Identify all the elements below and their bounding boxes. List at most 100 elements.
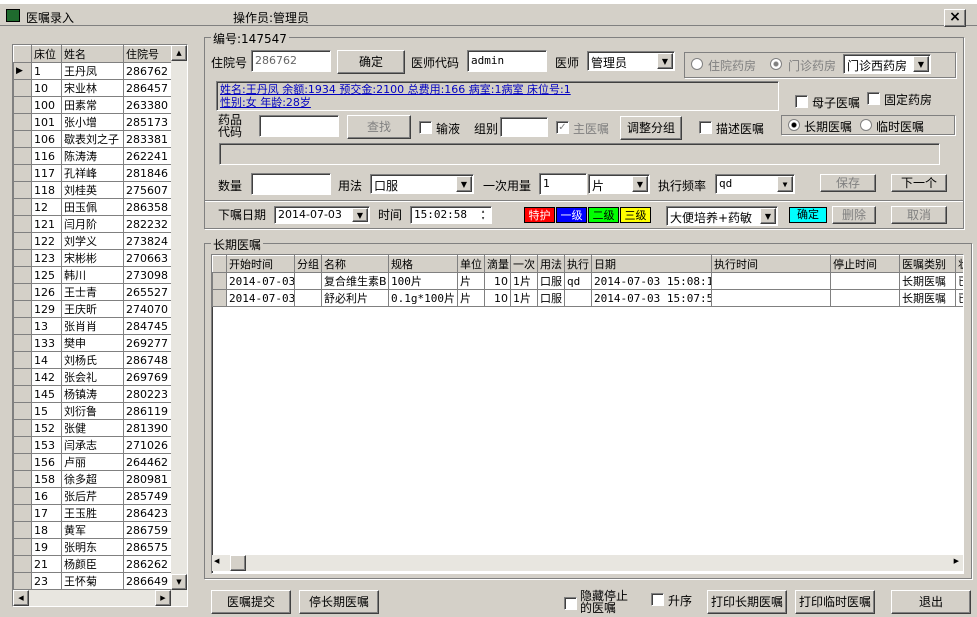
tag-level2[interactable]: 二级 xyxy=(588,207,619,223)
order-cell[interactable]: 片 xyxy=(457,289,485,307)
bed-cell[interactable]: 16 xyxy=(31,487,62,505)
order-cell[interactable]: 2014-07-03 15:08:11 xyxy=(591,272,712,290)
order-cell[interactable]: 0.1g*100片 xyxy=(388,289,458,307)
bed-cell[interactable]: 12 xyxy=(31,198,62,216)
save-button[interactable]: 保存 xyxy=(820,174,876,192)
name-cell[interactable]: 田玉佩 xyxy=(61,198,124,216)
admission-cell[interactable]: 269769 xyxy=(123,368,174,386)
order-cell[interactable]: 100片 xyxy=(388,272,458,290)
name-cell[interactable]: 闫月阶 xyxy=(61,215,124,233)
admission-cell[interactable]: 286262 xyxy=(123,555,174,573)
name-cell[interactable]: 宋彬彬 xyxy=(61,249,124,267)
name-cell[interactable]: 刘衍鲁 xyxy=(61,402,124,420)
order-cell[interactable] xyxy=(711,272,831,290)
bed-cell[interactable]: 122 xyxy=(31,232,62,250)
patient-row[interactable]: 158 徐多超 280981 xyxy=(13,470,174,488)
delete-button[interactable]: 删除 xyxy=(832,206,876,224)
confirm-order-button[interactable]: 确定 xyxy=(789,207,827,223)
tag-special[interactable]: 特护 xyxy=(524,207,555,223)
group-input[interactable] xyxy=(500,117,548,137)
order-cell[interactable]: 10 xyxy=(484,289,511,307)
main-order-checkbox[interactable]: ✓ xyxy=(556,121,569,134)
bed-cell[interactable]: 153 xyxy=(31,436,62,454)
row-selector[interactable] xyxy=(13,215,32,233)
admission-cell[interactable]: 285749 xyxy=(123,487,174,505)
scroll-left-icon[interactable]: ◀ xyxy=(13,590,29,606)
orders-hscrollbar[interactable]: ◀ ▶ xyxy=(212,555,963,571)
unit-select[interactable]: 片 ▼ xyxy=(588,174,650,194)
name-cell[interactable]: 王丹凤 xyxy=(61,62,124,80)
order-cell[interactable]: 已 xyxy=(955,289,963,307)
admission-cell[interactable]: 273098 xyxy=(123,266,174,284)
name-cell[interactable]: 闫承志 xyxy=(61,436,124,454)
admission-cell[interactable]: 275607 xyxy=(123,181,174,199)
row-selector[interactable] xyxy=(13,181,32,199)
patient-row[interactable]: 28王秀梅286188 xyxy=(14,607,174,608)
bed-cell[interactable]: 118 xyxy=(31,181,62,199)
row-selector[interactable] xyxy=(13,521,32,539)
orders-column-header[interactable]: 开始时间 xyxy=(226,255,295,273)
bed-cell[interactable]: 14 xyxy=(31,351,62,369)
row-selector[interactable] xyxy=(13,572,32,590)
patient-row[interactable]: 10 宋业林 286457 xyxy=(13,79,174,97)
print-long-term-button[interactable]: 打印长期医嘱 xyxy=(707,590,787,614)
admission-cell[interactable]: 286575 xyxy=(123,538,174,556)
bed-cell[interactable]: 10 xyxy=(31,79,62,97)
patient-row[interactable]: 152 张健 281390 xyxy=(13,419,174,437)
quantity-input[interactable] xyxy=(251,173,331,195)
name-cell[interactable]: 田素常 xyxy=(61,96,124,114)
name-cell[interactable]: 张会礼 xyxy=(61,368,124,386)
patient-info-line1[interactable]: 姓名:王丹凤 余额:1934 预交金:2100 总费用:166 病室:1病室 床… xyxy=(220,83,775,96)
row-selector[interactable] xyxy=(13,555,32,573)
ascending-checkbox[interactable] xyxy=(651,593,664,606)
admission-cell[interactable]: 273824 xyxy=(123,232,174,250)
patient-row[interactable]: 100 田素常 263380 xyxy=(13,96,174,114)
orders-column-header[interactable]: 执行 xyxy=(564,255,592,273)
scroll-left-icon[interactable]: ◀ xyxy=(214,557,219,565)
tag-level1[interactable]: 一级 xyxy=(556,207,587,223)
order-cell[interactable]: qd xyxy=(564,272,592,290)
cancel-button[interactable]: 取消 xyxy=(891,206,947,224)
patient-row[interactable]: 18 黄军 286759 xyxy=(13,521,174,539)
row-selector[interactable] xyxy=(13,300,32,318)
patient-list[interactable]: 床位 姓名 住院号 ▶ 1 王丹凤 286762 10 宋业林 286457 100 田素常 26… xyxy=(12,44,188,607)
order-row[interactable]: 2014-07-03 舒必利片 0.1g*100片片 10 1片 口服 2014-07-03… xyxy=(212,289,963,307)
orders-column-header[interactable]: 日期 xyxy=(591,255,712,273)
name-cell[interactable]: 王秀梅 xyxy=(62,607,124,608)
search-button[interactable]: 查找 xyxy=(347,115,411,139)
name-cell[interactable]: 刘学义 xyxy=(61,232,124,250)
row-selector[interactable] xyxy=(13,351,32,369)
row-selector[interactable] xyxy=(13,147,32,165)
admission-input[interactable]: 286762 xyxy=(251,50,331,72)
name-cell[interactable]: 刘杨氏 xyxy=(61,351,124,369)
name-cell[interactable]: 张后芹 xyxy=(61,487,124,505)
row-selector[interactable] xyxy=(13,419,32,437)
admission-cell[interactable]: 274070 xyxy=(123,300,174,318)
patient-vscrollbar[interactable]: ▲ ▼ xyxy=(171,45,187,590)
row-selector[interactable] xyxy=(13,198,32,216)
admission-cell[interactable]: 286649 xyxy=(123,572,174,590)
orders-column-header[interactable]: 医嘱类别 xyxy=(899,255,956,273)
patient-row[interactable]: 156 卢丽 264462 xyxy=(13,453,174,471)
patient-hscrollbar[interactable]: ◀ ▶ xyxy=(13,590,187,606)
patient-row[interactable]: 142 张会礼 269769 xyxy=(13,368,174,386)
bed-cell[interactable]: 156 xyxy=(31,453,62,471)
row-selector[interactable] xyxy=(13,436,32,454)
bed-cell[interactable]: 19 xyxy=(31,538,62,556)
order-cell[interactable]: 2014-07-03 15:07:51 xyxy=(591,289,712,307)
name-cell[interactable]: 王庆昕 xyxy=(61,300,124,318)
bed-cell[interactable]: 13 xyxy=(31,317,62,335)
chevron-down-icon[interactable]: ▼ xyxy=(352,208,368,222)
bed-cell[interactable]: 152 xyxy=(31,419,62,437)
admission-cell[interactable]: 283381 xyxy=(123,130,174,148)
order-cell[interactable]: 口服 xyxy=(537,289,565,307)
order-cell[interactable] xyxy=(711,289,831,307)
order-cell[interactable]: 1片 xyxy=(510,289,538,307)
patient-row[interactable]: 153 闫承志 271026 xyxy=(13,436,174,454)
name-cell[interactable]: 王士青 xyxy=(61,283,124,301)
orders-column-header[interactable]: 滴量 xyxy=(484,255,511,273)
bed-cell[interactable]: 100 xyxy=(31,96,62,114)
row-selector[interactable] xyxy=(13,470,32,488)
row-selector[interactable] xyxy=(13,402,32,420)
bed-cell[interactable]: 1 xyxy=(31,62,62,80)
